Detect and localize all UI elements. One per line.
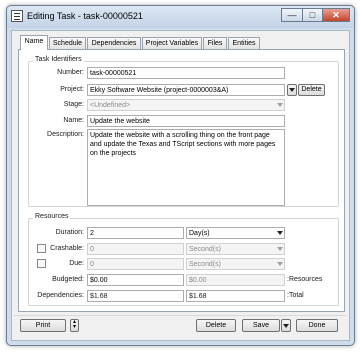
footer-divider <box>14 315 346 316</box>
tab-files[interactable]: Files <box>203 37 227 49</box>
chevron-down-icon <box>277 262 283 266</box>
resources-heading: Resources <box>33 213 71 220</box>
budgeted-label: Budgeted: <box>52 276 84 283</box>
delete-button[interactable]: Delete <box>196 319 236 332</box>
name-label: Name: <box>63 117 84 124</box>
number-field[interactable]: task-00000521 <box>87 67 285 79</box>
tab-project-variables[interactable]: Project Variables <box>142 37 202 49</box>
maximize-button[interactable]: □ <box>302 8 323 22</box>
description-textarea[interactable]: Update the website with a scrolling thin… <box>87 129 285 206</box>
project-dropdown-button[interactable] <box>287 84 297 96</box>
budgeted-resources-value: $0.00 <box>186 274 285 286</box>
name-field[interactable]: Update the website <box>87 115 285 127</box>
tab-name[interactable]: Name <box>20 35 48 50</box>
chevron-down-icon <box>277 247 283 251</box>
chevron-down-icon <box>283 324 289 328</box>
crashable-checkbox[interactable] <box>37 244 46 253</box>
crashable-field[interactable]: 0 <box>87 243 184 255</box>
crashable-label: Crashable: <box>50 245 84 252</box>
up-down-arrows-icon: ▴ ▾ <box>72 319 76 330</box>
print-button[interactable]: Print <box>20 319 66 332</box>
stage-label: Stage: <box>63 101 84 108</box>
total-suffix-label: :Total <box>287 292 304 299</box>
dependencies-label: Dependencies: <box>37 292 84 299</box>
duration-field[interactable]: 2 <box>87 227 184 239</box>
tab-schedule[interactable]: Schedule <box>49 37 86 49</box>
dependencies-value: $1.68 <box>87 290 184 302</box>
minimize-button[interactable]: — <box>281 8 303 22</box>
due-checkbox[interactable] <box>37 259 46 268</box>
project-delete-button[interactable]: Delete <box>298 84 325 96</box>
task-identifiers-heading: Task Identifiers <box>33 56 84 63</box>
due-unit-select[interactable]: Second(s) <box>186 258 285 270</box>
crashable-unit-select[interactable]: Second(s) <box>186 243 285 255</box>
window-title: Editing Task - task-00000521 <box>27 11 143 21</box>
budgeted-field[interactable]: $0.00 <box>87 274 184 286</box>
print-options-spinner[interactable]: ▴ ▾ <box>70 319 79 332</box>
save-button[interactable]: Save <box>242 319 280 332</box>
tab-entities[interactable]: Entities <box>228 37 260 49</box>
project-label: Project: <box>60 86 84 93</box>
duration-label: Duration: <box>55 229 84 236</box>
resources-suffix-label: :Resources <box>287 276 323 283</box>
chevron-down-icon <box>277 103 283 107</box>
dependencies-total-value: $1.68 <box>186 290 285 302</box>
duration-unit-select[interactable]: Day(s) <box>186 227 285 239</box>
close-button[interactable]: ✕ <box>322 8 350 22</box>
chevron-down-icon <box>277 231 283 235</box>
chevron-down-icon <box>289 88 295 92</box>
save-options-button[interactable] <box>281 319 291 332</box>
stage-select[interactable]: <Undefined> <box>87 99 285 111</box>
due-label: Due: <box>69 260 84 267</box>
task-document-icon <box>11 10 23 22</box>
number-label: Number: <box>57 69 84 76</box>
done-button[interactable]: Done <box>296 319 338 332</box>
due-field[interactable]: 0 <box>87 258 184 270</box>
description-label: Description: <box>47 131 84 138</box>
project-field[interactable]: Ekky Software Website (project-0000003&A… <box>87 84 285 96</box>
tab-dependencies[interactable]: Dependencies <box>87 37 141 49</box>
